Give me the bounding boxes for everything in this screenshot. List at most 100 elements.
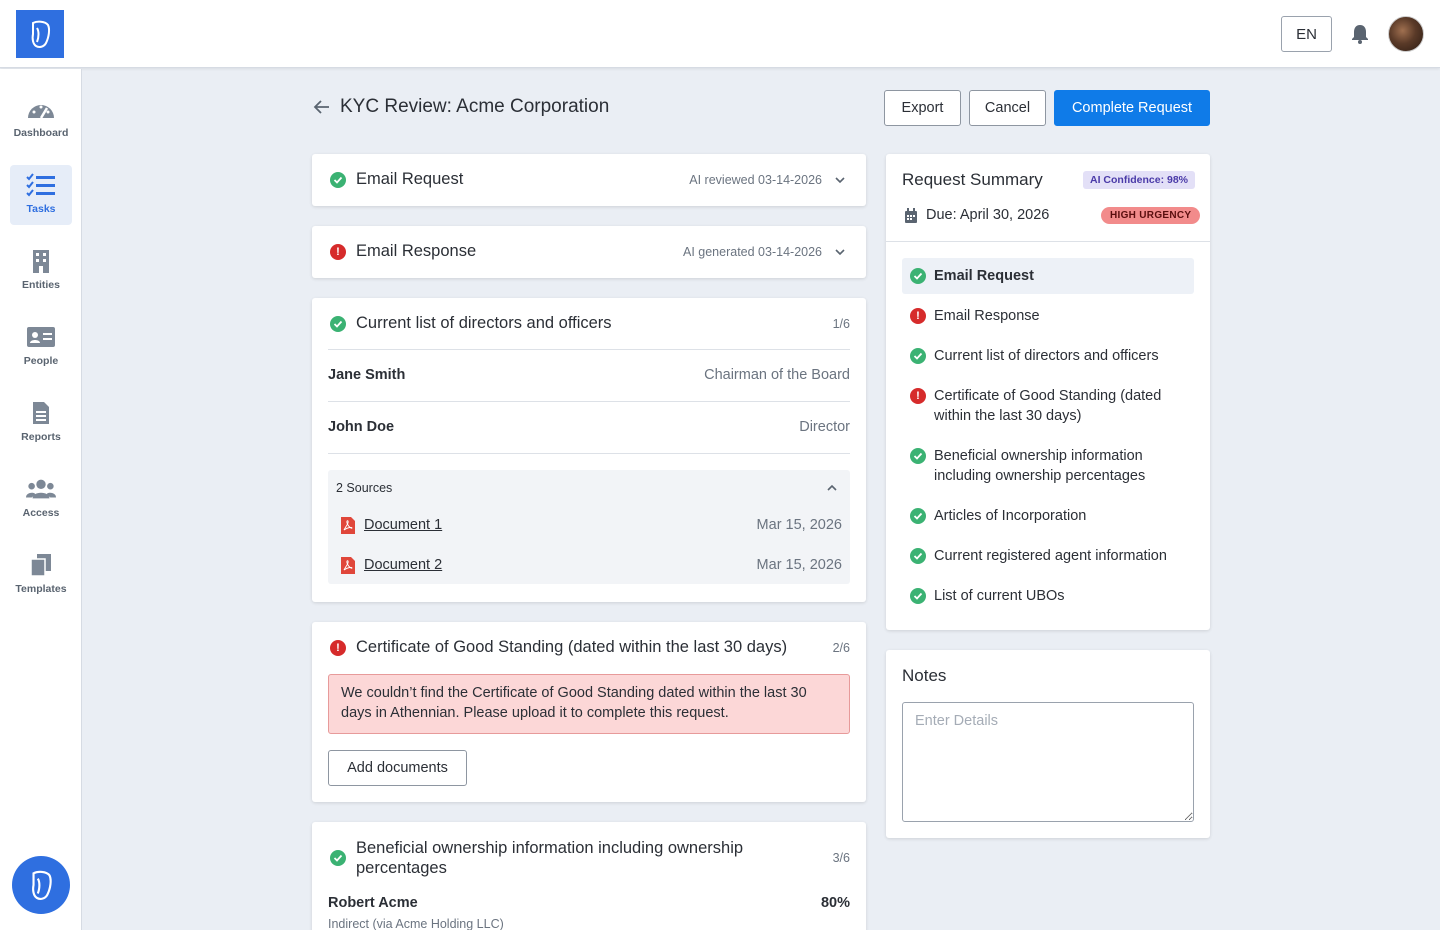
email-response-card[interactable]: ! Email Response AI generated 03-14-2026 — [312, 226, 866, 278]
add-documents-button[interactable]: Add documents — [328, 750, 467, 786]
check-circle-icon — [910, 268, 926, 284]
divider — [328, 453, 850, 454]
sidebar-item-people[interactable]: People — [10, 317, 72, 377]
chevron-down-icon[interactable] — [834, 246, 846, 258]
sidebar-item-dashboard[interactable]: Dashboard — [10, 89, 72, 149]
check-circle-icon — [910, 508, 926, 524]
sources-label: 2 Sources — [336, 481, 393, 495]
summary-title: Request Summary — [902, 170, 1043, 189]
error-circle-icon: ! — [910, 388, 926, 404]
directors-card: Current list of directors and officers 1… — [312, 298, 866, 602]
cancel-button[interactable]: Cancel — [969, 90, 1046, 126]
document-date: Mar 15, 2026 — [756, 557, 842, 573]
item-count: 3/6 — [832, 851, 850, 865]
gauge-icon — [28, 105, 54, 119]
notes-input[interactable] — [902, 702, 1194, 822]
ai-generated-meta: AI generated 03-14-2026 — [683, 245, 822, 259]
divider — [886, 241, 1210, 242]
summary-item-directors[interactable]: Current list of directors and officers — [902, 338, 1194, 374]
checklist-icon — [26, 173, 55, 197]
sidebar: Dashboard Tasks Entities People Reports … — [0, 69, 82, 930]
sidebar-item-reports[interactable]: Reports — [10, 393, 72, 453]
check-circle-icon — [910, 348, 926, 364]
error-circle-icon: ! — [330, 640, 346, 656]
summary-item-registered-agent[interactable]: Current registered agent information — [902, 538, 1194, 574]
person-name: John Doe — [328, 419, 395, 435]
users-icon — [26, 479, 56, 499]
card-title: Beneficial ownership information includi… — [356, 839, 744, 877]
check-circle-icon — [910, 588, 926, 604]
summary-item-label: Articles of Incorporation — [934, 508, 1087, 524]
chevron-up-icon[interactable] — [826, 482, 838, 494]
person-name: Jane Smith — [328, 367, 406, 383]
divider — [328, 401, 850, 402]
summary-item-label: Certificate of Good Standing (dated with… — [934, 388, 1162, 424]
owl-logo-icon — [31, 20, 51, 48]
check-circle-icon — [910, 448, 926, 464]
owl-logo-icon — [32, 870, 52, 900]
pdf-icon — [341, 517, 355, 534]
sidebar-item-label: Dashboard — [13, 127, 69, 139]
id-card-icon — [27, 327, 55, 347]
item-count: 1/6 — [832, 317, 850, 331]
summary-item-label: List of current UBOs — [934, 588, 1065, 604]
summary-item-label: Beneficial ownership information includi… — [934, 448, 1146, 484]
chevron-down-icon[interactable] — [834, 174, 846, 186]
calendar-icon — [905, 208, 917, 223]
summary-item-email-request[interactable]: Email Request — [902, 258, 1194, 294]
sidebar-item-label: Access — [22, 507, 60, 519]
owner-name: Robert Acme — [328, 895, 418, 911]
owner-percentage: 80% — [820, 895, 850, 911]
summary-item-email-response[interactable]: ! Email Response — [902, 298, 1194, 334]
card-title: Current list of directors and officers — [356, 314, 612, 332]
sidebar-item-templates[interactable]: Templates — [10, 545, 72, 605]
app-logo[interactable] — [16, 10, 64, 58]
card-title: Email Response — [356, 242, 477, 260]
building-icon — [33, 250, 49, 273]
card-title: Email Request — [356, 170, 464, 188]
summary-item-beneficial[interactable]: Beneficial ownership information includi… — [902, 438, 1194, 494]
bell-icon[interactable] — [1349, 23, 1371, 45]
ai-confidence-badge: AI Confidence: 98% — [1083, 171, 1196, 189]
urgency-badge: HIGH URGENCY — [1101, 207, 1201, 224]
beneficial-ownership-card: Beneficial ownership information includi… — [312, 822, 866, 930]
export-button[interactable]: Export — [884, 90, 961, 126]
document-link[interactable]: Document 2 — [364, 557, 442, 573]
error-circle-icon: ! — [330, 244, 346, 260]
assistant-logo-button[interactable] — [12, 856, 70, 914]
pdf-icon — [341, 557, 355, 574]
sidebar-item-label: People — [23, 355, 59, 367]
sidebar-item-label: Entities — [22, 279, 60, 291]
error-message: We couldn’t find the Certificate of Good… — [328, 674, 850, 734]
sidebar-item-label: Templates — [15, 583, 67, 595]
owner-detail: Indirect (via Acme Holding LLC) — [328, 917, 504, 930]
sidebar-item-tasks[interactable]: Tasks — [10, 165, 72, 225]
person-role: Chairman of the Board — [704, 367, 850, 383]
card-title: Certificate of Good Standing (dated with… — [356, 638, 788, 656]
summary-item-articles[interactable]: Articles of Incorporation — [902, 498, 1194, 534]
document-date: Mar 15, 2026 — [756, 517, 842, 533]
summary-item-label: Current list of directors and officers — [934, 348, 1159, 364]
user-avatar[interactable] — [1388, 16, 1424, 52]
document-link[interactable]: Document 1 — [364, 517, 442, 533]
back-arrow-icon[interactable] — [313, 98, 331, 116]
error-circle-icon: ! — [910, 308, 926, 324]
good-standing-card: ! Certificate of Good Standing (dated wi… — [312, 622, 866, 802]
language-button[interactable]: EN — [1281, 16, 1332, 52]
check-circle-icon — [330, 316, 346, 332]
check-circle-icon — [910, 548, 926, 564]
email-request-card[interactable]: Email Request AI reviewed 03-14-2026 — [312, 154, 866, 206]
person-role: Director — [799, 419, 850, 435]
summary-item-good-standing[interactable]: ! Certificate of Good Standing (dated wi… — [902, 378, 1194, 434]
item-count: 2/6 — [832, 641, 850, 655]
complete-request-button[interactable]: Complete Request — [1054, 90, 1210, 126]
document-icon — [33, 402, 49, 424]
sidebar-item-access[interactable]: Access — [10, 469, 72, 529]
due-date: Due: April 30, 2026 — [926, 207, 1050, 223]
summary-item-ubos[interactable]: List of current UBOs — [902, 578, 1194, 614]
check-circle-icon — [330, 172, 346, 188]
summary-item-label: Email Response — [934, 308, 1040, 324]
sources-panel: 2 Sources Document 1 Mar 15, 2026 Docume… — [328, 470, 850, 584]
summary-item-label: Email Request — [934, 268, 1034, 284]
sidebar-item-entities[interactable]: Entities — [10, 241, 72, 301]
